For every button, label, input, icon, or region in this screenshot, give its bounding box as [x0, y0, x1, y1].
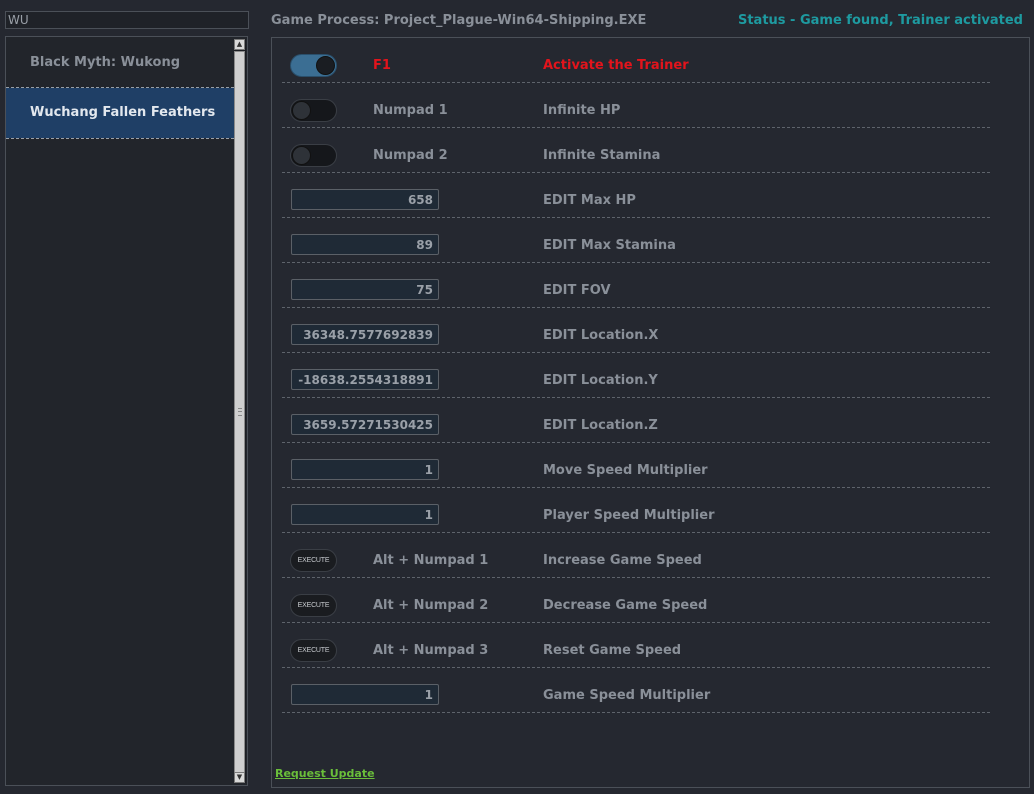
option-row: EDIT Max HP	[282, 173, 990, 218]
option-label: EDIT FOV	[543, 283, 611, 298]
option-row: EXECUTE Alt + Numpad 1 Increase Game Spe…	[282, 533, 990, 578]
hotkey-label: F1	[373, 58, 391, 73]
increase-game-speed-button[interactable]: EXECUTE	[290, 549, 337, 572]
game-process-label: Game Process: Project_Plague-Win64-Shipp…	[271, 13, 647, 28]
option-label: Reset Game Speed	[543, 643, 682, 658]
location-y-input[interactable]	[291, 369, 439, 390]
infinite-hp-toggle[interactable]	[290, 99, 337, 122]
option-row: Move Speed Multiplier	[282, 443, 990, 488]
option-row: EXECUTE Alt + Numpad 2 Decrease Game Spe…	[282, 578, 990, 623]
option-label: EDIT Max Stamina	[543, 238, 676, 253]
hotkey-label: Numpad 1	[373, 103, 448, 118]
grip-icon	[238, 408, 242, 416]
option-label: Player Speed Multiplier	[543, 508, 715, 523]
game-item-black-myth-wukong[interactable]: Black Myth: Wukong	[6, 38, 234, 88]
option-label: Increase Game Speed	[543, 553, 702, 568]
option-label: EDIT Location.X	[543, 328, 659, 343]
scroll-thumb[interactable]	[234, 51, 245, 773]
option-row: Player Speed Multiplier	[282, 488, 990, 533]
max-stamina-input[interactable]	[291, 234, 439, 255]
max-hp-input[interactable]	[291, 189, 439, 210]
option-label: Game Speed Multiplier	[543, 688, 711, 703]
option-label: EDIT Location.Z	[543, 418, 658, 433]
option-row: Game Speed Multiplier	[282, 668, 990, 713]
game-item-wuchang-fallen-feathers[interactable]: Wuchang Fallen Feathers	[6, 88, 234, 138]
option-label: Infinite Stamina	[543, 148, 661, 163]
activate-trainer-toggle[interactable]	[290, 54, 337, 77]
option-label: Decrease Game Speed	[543, 598, 708, 613]
row-divider	[282, 712, 990, 713]
search-input[interactable]	[5, 11, 249, 29]
game-list-panel: Black Myth: Wukong Wuchang Fallen Feathe…	[5, 36, 248, 786]
toggle-knob	[292, 101, 311, 120]
infinite-stamina-toggle[interactable]	[290, 144, 337, 167]
scroll-up-button[interactable]: ▲	[234, 39, 245, 50]
option-label: Infinite HP	[543, 103, 621, 118]
list-divider	[6, 138, 234, 139]
option-row: EDIT Location.Y	[282, 353, 990, 398]
option-row: F1 Activate the Trainer	[282, 38, 990, 83]
option-row: EDIT Max Stamina	[282, 218, 990, 263]
option-label: EDIT Max HP	[543, 193, 636, 208]
reset-game-speed-button[interactable]: EXECUTE	[290, 639, 337, 662]
option-row: Numpad 1 Infinite HP	[282, 83, 990, 128]
hotkey-label: Alt + Numpad 2	[373, 598, 489, 613]
option-row: EDIT FOV	[282, 263, 990, 308]
request-update-link[interactable]: Request Update	[275, 767, 375, 780]
option-label: Activate the Trainer	[543, 58, 689, 73]
option-row: Numpad 2 Infinite Stamina	[282, 128, 990, 173]
move-speed-multiplier-input[interactable]	[291, 459, 439, 480]
option-row: EDIT Location.Z	[282, 398, 990, 443]
hotkey-label: Numpad 2	[373, 148, 448, 163]
hotkey-label: Alt + Numpad 3	[373, 643, 489, 658]
option-row: EXECUTE Alt + Numpad 3 Reset Game Speed	[282, 623, 990, 668]
decrease-game-speed-button[interactable]: EXECUTE	[290, 594, 337, 617]
hotkey-label: Alt + Numpad 1	[373, 553, 489, 568]
player-speed-multiplier-input[interactable]	[291, 504, 439, 525]
fov-input[interactable]	[291, 279, 439, 300]
toggle-knob	[292, 146, 311, 165]
option-label: EDIT Location.Y	[543, 373, 658, 388]
status-text: Status - Game found, Trainer activated	[737, 13, 1023, 28]
location-x-input[interactable]	[291, 324, 439, 345]
cheat-options-panel: F1 Activate the Trainer Numpad 1 Infinit…	[271, 37, 1030, 788]
game-speed-multiplier-input[interactable]	[291, 684, 439, 705]
vertical-scrollbar[interactable]: ▲ ▼	[234, 39, 246, 783]
option-label: Move Speed Multiplier	[543, 463, 708, 478]
option-row: EDIT Location.X	[282, 308, 990, 353]
toggle-knob	[316, 56, 335, 75]
scroll-down-button[interactable]: ▼	[234, 772, 245, 783]
location-z-input[interactable]	[291, 414, 439, 435]
